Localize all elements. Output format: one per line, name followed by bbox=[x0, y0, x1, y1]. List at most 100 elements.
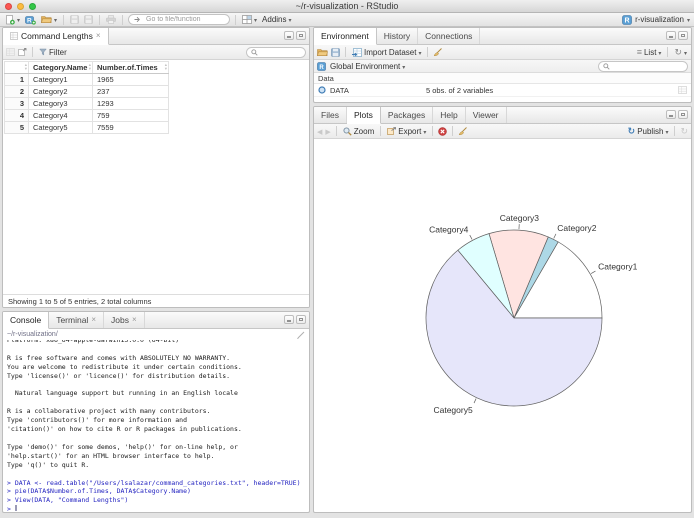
category-name-cell: Category4 bbox=[28, 109, 93, 122]
console-line: 'citation()' on how to cite R or R packa… bbox=[7, 425, 242, 434]
minimize-pane-icon[interactable] bbox=[284, 31, 294, 40]
save-all-button[interactable] bbox=[83, 15, 94, 24]
save-icon bbox=[70, 15, 79, 24]
environment-object-row[interactable]: DATA 5 obs. of 2 variables bbox=[314, 84, 691, 97]
load-workspace-icon[interactable] bbox=[317, 48, 328, 57]
addins-button[interactable]: Addins bbox=[261, 15, 292, 24]
goto-file-input[interactable] bbox=[144, 15, 225, 24]
maximize-pane-icon[interactable] bbox=[296, 31, 306, 40]
tab-help[interactable]: Help bbox=[433, 107, 466, 123]
times-value-cell: 1293 bbox=[92, 97, 169, 110]
filter-button[interactable]: Filter bbox=[38, 48, 68, 57]
console-output[interactable]: Platform: x86_64-apple-darwin13.0.0 (64-… bbox=[4, 340, 308, 511]
print-button[interactable] bbox=[105, 15, 117, 24]
addins-label: Addins bbox=[262, 15, 287, 24]
plots-toolbar: Zoom Export Publish bbox=[314, 124, 691, 139]
column-header[interactable]: Number.of.Times ▴ ▾ bbox=[92, 61, 169, 74]
table-row: 5 Category5 7559 bbox=[4, 121, 169, 134]
search-icon bbox=[251, 48, 258, 56]
zoom-plot-button[interactable]: Zoom bbox=[342, 127, 375, 136]
zoom-magnifier-icon bbox=[343, 126, 352, 136]
times-value-cell: 237 bbox=[92, 85, 169, 98]
sort-icon: ▴ ▾ bbox=[88, 62, 91, 71]
minimize-pane-icon[interactable] bbox=[666, 31, 676, 40]
export-plot-button[interactable]: Export bbox=[386, 127, 427, 136]
row-number-header[interactable]: ▴ ▾ bbox=[4, 61, 29, 74]
new-project-button[interactable]: R bbox=[24, 15, 37, 25]
environment-pane: Environment History Connections Import Dat… bbox=[313, 27, 692, 103]
publish-plot-button[interactable]: Publish bbox=[627, 126, 670, 137]
maximize-pane-icon[interactable] bbox=[296, 315, 306, 324]
refresh-plot-icon[interactable] bbox=[680, 126, 688, 137]
pie-label-category1: Category1 bbox=[598, 262, 637, 272]
close-tab-icon[interactable] bbox=[96, 32, 101, 40]
previous-plot-icon[interactable] bbox=[317, 127, 322, 136]
close-tab-icon[interactable] bbox=[132, 316, 137, 324]
maximize-pane-icon[interactable] bbox=[678, 110, 688, 119]
environment-search[interactable] bbox=[598, 60, 688, 72]
goto-file-search[interactable] bbox=[128, 14, 231, 25]
text-cursor bbox=[14, 505, 17, 511]
save-workspace-icon[interactable] bbox=[331, 47, 340, 57]
project-selector[interactable]: R r-visualization bbox=[622, 14, 690, 25]
console-prompt[interactable]: > bbox=[7, 505, 305, 511]
pie-label-tick bbox=[553, 233, 557, 239]
export-label: Export bbox=[398, 126, 422, 136]
data-viewer-tabbar: Command Lengths bbox=[3, 28, 309, 45]
tab-environment[interactable]: Environment bbox=[314, 28, 377, 45]
console-tabbar: Console Terminal Jobs bbox=[3, 312, 309, 329]
workspace-panes-button[interactable] bbox=[241, 15, 258, 24]
console-line: > DATA <- read.table("/Users/lsalazar/co… bbox=[7, 478, 301, 487]
open-file-button[interactable] bbox=[40, 15, 58, 24]
svg-text:R: R bbox=[319, 64, 324, 70]
tab-console-label: Console bbox=[10, 315, 42, 325]
console-line: Type 'contributors()' for more informati… bbox=[7, 416, 188, 425]
tab-terminal[interactable]: Terminal bbox=[49, 312, 104, 328]
tab-history[interactable]: History bbox=[377, 28, 419, 44]
view-table-icon[interactable] bbox=[678, 86, 687, 94]
title-bar: ~/r-visualization - RStudio bbox=[0, 0, 694, 13]
table-header-row: ▴ ▾ Category.Name ▴ ▾ Number.of.Times ▴ ▾ bbox=[4, 61, 169, 74]
tab-command-lengths[interactable]: Command Lengths bbox=[3, 28, 109, 45]
new-file-button[interactable] bbox=[4, 14, 21, 25]
tab-files[interactable]: Files bbox=[314, 107, 347, 123]
minimize-pane-icon[interactable] bbox=[666, 110, 676, 119]
open-in-new-window-icon[interactable] bbox=[18, 48, 27, 56]
export-icon bbox=[387, 127, 397, 135]
tab-plots[interactable]: Plots bbox=[346, 107, 381, 124]
console-line: R is free software and comes with ABSOLU… bbox=[7, 353, 231, 362]
refresh-environment-button[interactable] bbox=[673, 47, 688, 58]
viewer-search[interactable] bbox=[246, 46, 306, 58]
clear-environment-icon[interactable] bbox=[433, 47, 443, 57]
tab-viewer-label: Viewer bbox=[472, 110, 499, 120]
data-table: ▴ ▾ Category.Name ▴ ▾ Number.of.Times ▴ ▾ 1 Categ… bbox=[4, 61, 308, 293]
tab-terminal-label: Terminal bbox=[56, 315, 89, 325]
tab-viewer[interactable]: Viewer bbox=[466, 107, 507, 123]
viewer-search-input[interactable] bbox=[260, 47, 301, 57]
sort-icon: ▴ ▾ bbox=[24, 62, 27, 71]
remove-plot-icon[interactable] bbox=[438, 126, 448, 136]
tab-command-lengths-label: Command Lengths bbox=[21, 31, 93, 41]
row-number-cell: 3 bbox=[4, 97, 29, 110]
next-plot-icon[interactable] bbox=[325, 127, 330, 136]
maximize-pane-icon[interactable] bbox=[678, 31, 688, 40]
console-options-icon[interactable] bbox=[297, 331, 305, 339]
environment-search-input[interactable] bbox=[612, 61, 683, 71]
object-name: DATA bbox=[330, 85, 349, 95]
clear-plots-icon[interactable] bbox=[458, 126, 468, 136]
minimize-pane-icon[interactable] bbox=[284, 315, 294, 324]
tab-jobs[interactable]: Jobs bbox=[104, 312, 145, 328]
tab-connections[interactable]: Connections bbox=[418, 28, 481, 44]
import-dataset-button[interactable]: Import Dataset bbox=[351, 48, 422, 57]
tab-console[interactable]: Console bbox=[3, 312, 50, 329]
import-dataset-icon bbox=[352, 47, 362, 57]
close-tab-icon[interactable] bbox=[91, 316, 96, 324]
tab-packages[interactable]: Packages bbox=[381, 107, 434, 123]
grid-doc-icon bbox=[10, 32, 18, 40]
environment-scope-selector[interactable]: Global Environment bbox=[329, 62, 406, 71]
column-header[interactable]: Category.Name ▴ ▾ bbox=[28, 61, 93, 74]
list-view-button[interactable]: List bbox=[636, 47, 663, 57]
save-button[interactable] bbox=[69, 15, 80, 24]
save-all-icon bbox=[84, 15, 93, 24]
